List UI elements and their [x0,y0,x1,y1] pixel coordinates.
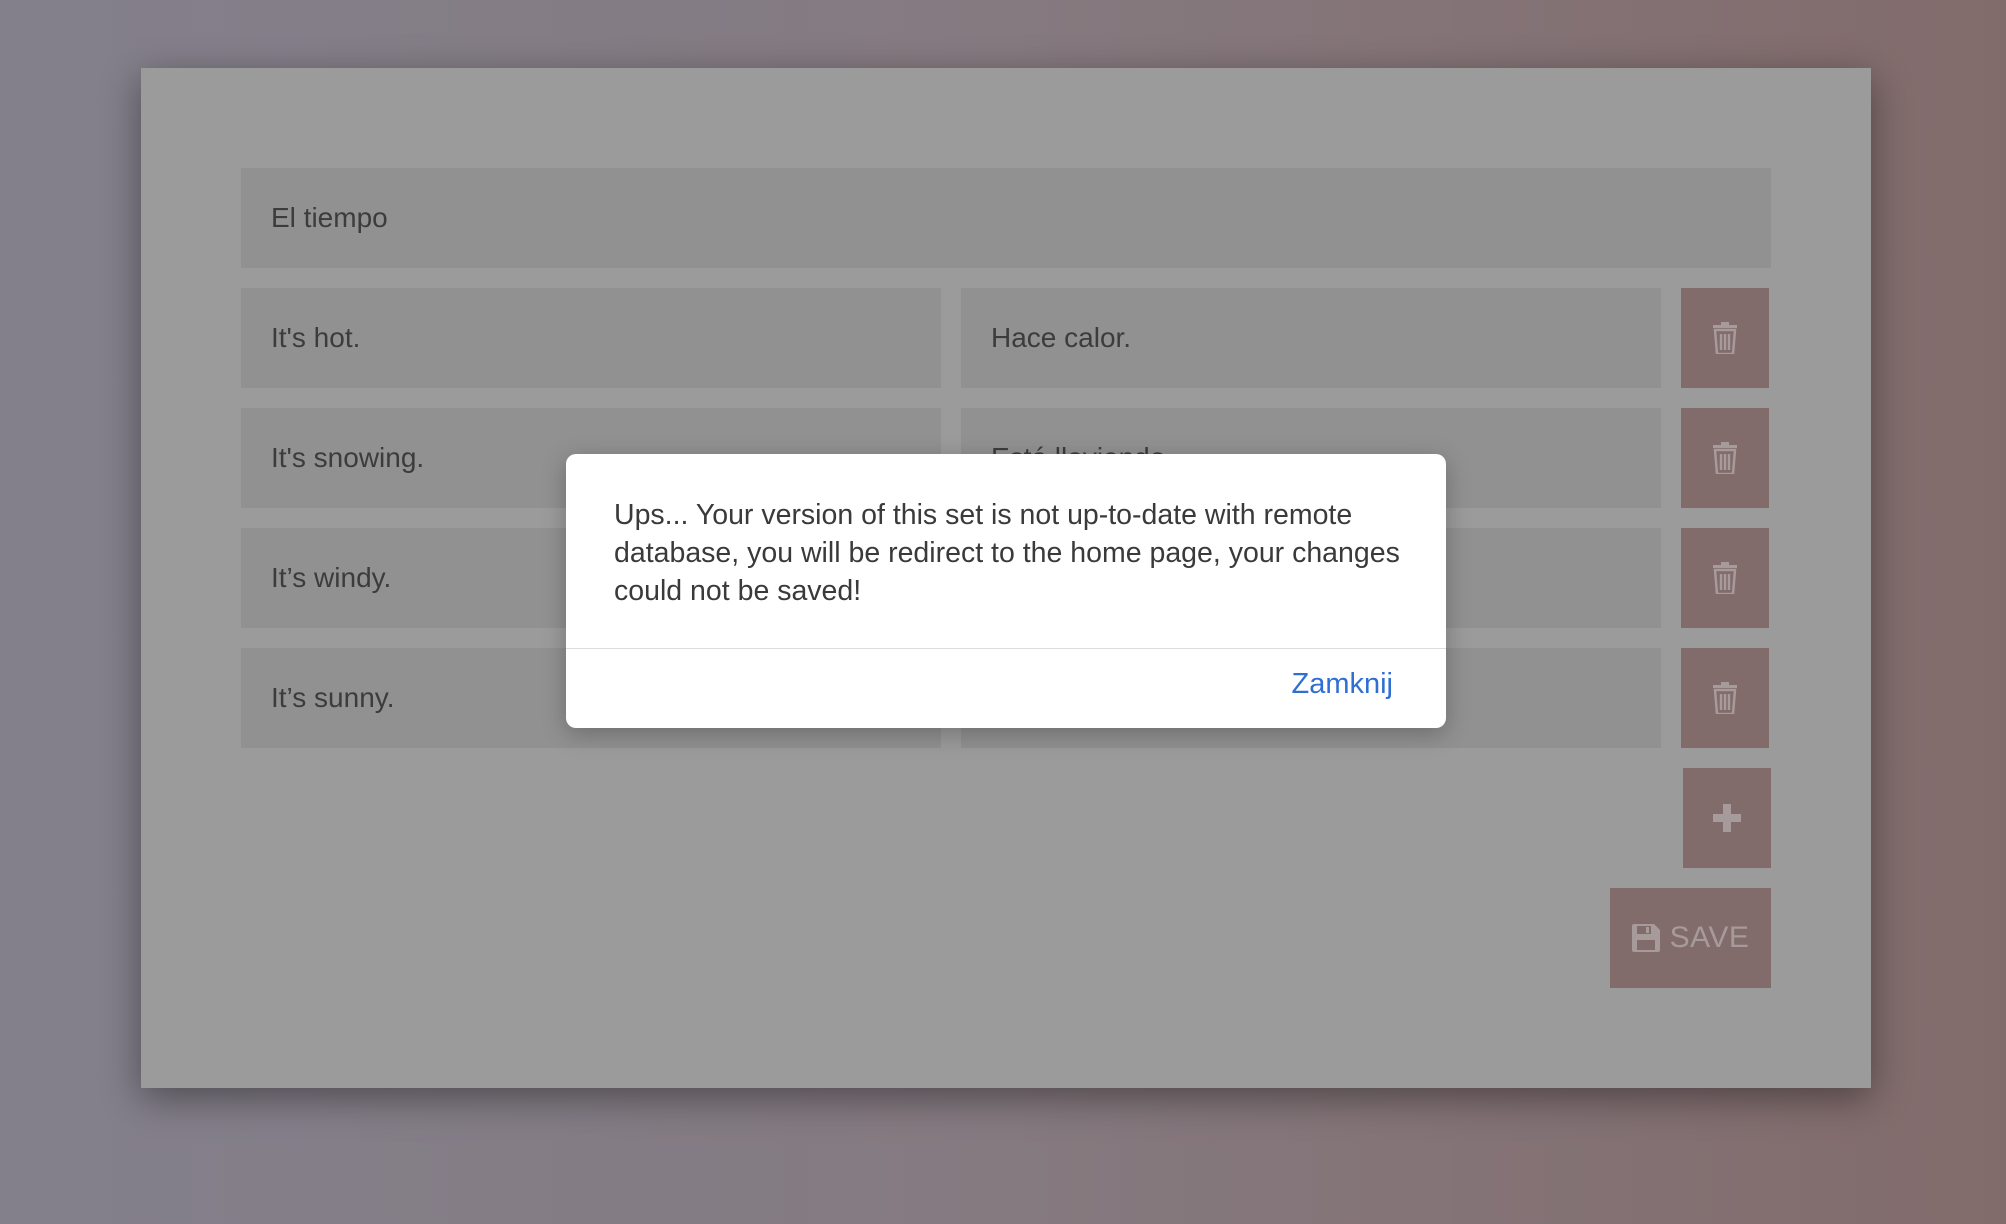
delete-row-button-3[interactable] [1681,528,1769,628]
add-row-button[interactable] [1683,768,1771,868]
trash-icon [1713,442,1737,474]
delete-row-button-1[interactable] [1681,288,1769,388]
trash-icon [1713,322,1737,354]
trash-icon [1713,682,1737,714]
set-title-input[interactable]: El tiempo [241,168,1771,268]
trash-icon [1713,562,1737,594]
floppy-disk-icon [1631,924,1660,952]
term-input-1[interactable]: It's hot. [241,288,941,388]
dialog-divider [566,648,1446,649]
out-of-date-dialog: Ups... Your version of this set is not u… [566,454,1446,728]
delete-row-button-2[interactable] [1681,408,1769,508]
translation-input-1[interactable]: Hace calor. [961,288,1661,388]
plus-icon [1713,804,1741,832]
delete-row-button-4[interactable] [1681,648,1769,748]
dialog-message: Ups... Your version of this set is not u… [614,499,1400,607]
save-button-label: SAVE [1669,921,1750,954]
dialog-close-button[interactable]: Zamknij [1291,668,1393,701]
save-button[interactable]: SAVE [1610,888,1771,988]
